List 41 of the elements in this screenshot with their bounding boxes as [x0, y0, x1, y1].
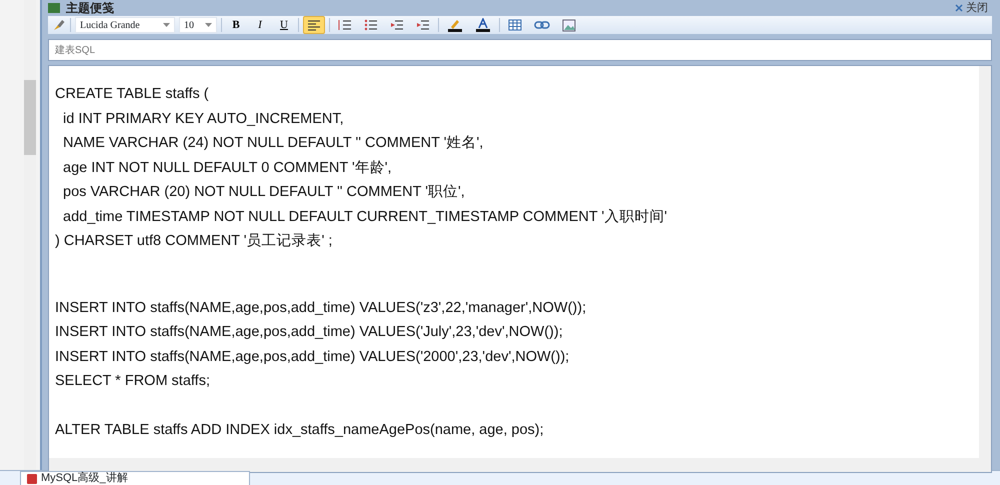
document-icon: [27, 474, 37, 484]
font-color-icon: [475, 18, 491, 32]
underline-button[interactable]: U: [274, 16, 294, 34]
caret-icon: [163, 23, 170, 27]
image-icon: [562, 18, 576, 32]
caret-icon: [205, 23, 212, 27]
numbered-list-icon: [338, 19, 352, 31]
italic-button[interactable]: I: [250, 16, 270, 34]
align-left-icon: [307, 19, 321, 31]
align-left-button[interactable]: [303, 16, 325, 34]
link-icon: [534, 20, 550, 30]
close-icon: [955, 4, 963, 12]
code-line: CREATE TABLE staffs (: [55, 85, 210, 104]
code-line: ALTER TABLE staffs ADD INDEX idx_staffs_nameAgePos(name, age, pos);: [55, 420, 545, 440]
window-title: 主题便笺: [66, 2, 114, 14]
taskbar-tab[interactable]: MySQL高级_讲解: [20, 471, 250, 485]
code-line: ) CHARSET utf8 COMMENT '员工记录表' ;: [55, 232, 334, 251]
table-icon: [508, 19, 522, 31]
subject-field[interactable]: 建表SQL: [48, 39, 992, 61]
size-select[interactable]: 10: [179, 17, 217, 33]
code-line: INSERT INTO staffs(NAME,age,pos,add_time) VALUES('2000',23,'dev',NOW());: [55, 348, 570, 366]
code-line: SELECT * FROM staffs;: [55, 372, 211, 391]
bullet-list-icon: [364, 19, 378, 31]
code-line: NAME VARCHAR (24) NOT NULL DEFAULT '' COMMENT '姓名',: [62, 134, 484, 153]
horizontal-scrollbar[interactable]: [49, 458, 991, 472]
code-line: add_time TIMESTAMP NOT NULL DEFAULT CURRENT_TIMESTAMP COMMENT '入职时间': [62, 208, 668, 226]
indent-icon: [416, 19, 430, 31]
font-select[interactable]: Lucida Grande: [75, 17, 175, 33]
tab-label: MySQL高级_讲解: [41, 470, 128, 485]
vertical-scrollbar[interactable]: [979, 66, 991, 458]
code-line: pos VARCHAR (20) NOT NULL DEFAULT '' COMMENT '职位',: [62, 183, 466, 202]
code-line: INSERT INTO staffs(NAME,age,pos,add_time) VALUES('July',23,'dev',NOW());: [55, 323, 564, 342]
brush-icon[interactable]: [52, 18, 66, 32]
outdent-icon: [390, 19, 404, 31]
close-button[interactable]: 关闭: [955, 0, 992, 16]
highlight-icon: [447, 18, 463, 32]
code-line: INSERT INTO staffs(NAME,age,pos,add_time) VALUES('z3',22,'manager',NOW());: [55, 298, 588, 318]
code-line: age INT NOT NULL DEFAULT 0 COMMENT '年龄',: [62, 158, 393, 178]
code-line: id INT PRIMARY KEY AUTO_INCREMENT,: [62, 110, 345, 128]
bold-button[interactable]: B: [226, 16, 246, 34]
editor-area[interactable]: [48, 65, 992, 473]
